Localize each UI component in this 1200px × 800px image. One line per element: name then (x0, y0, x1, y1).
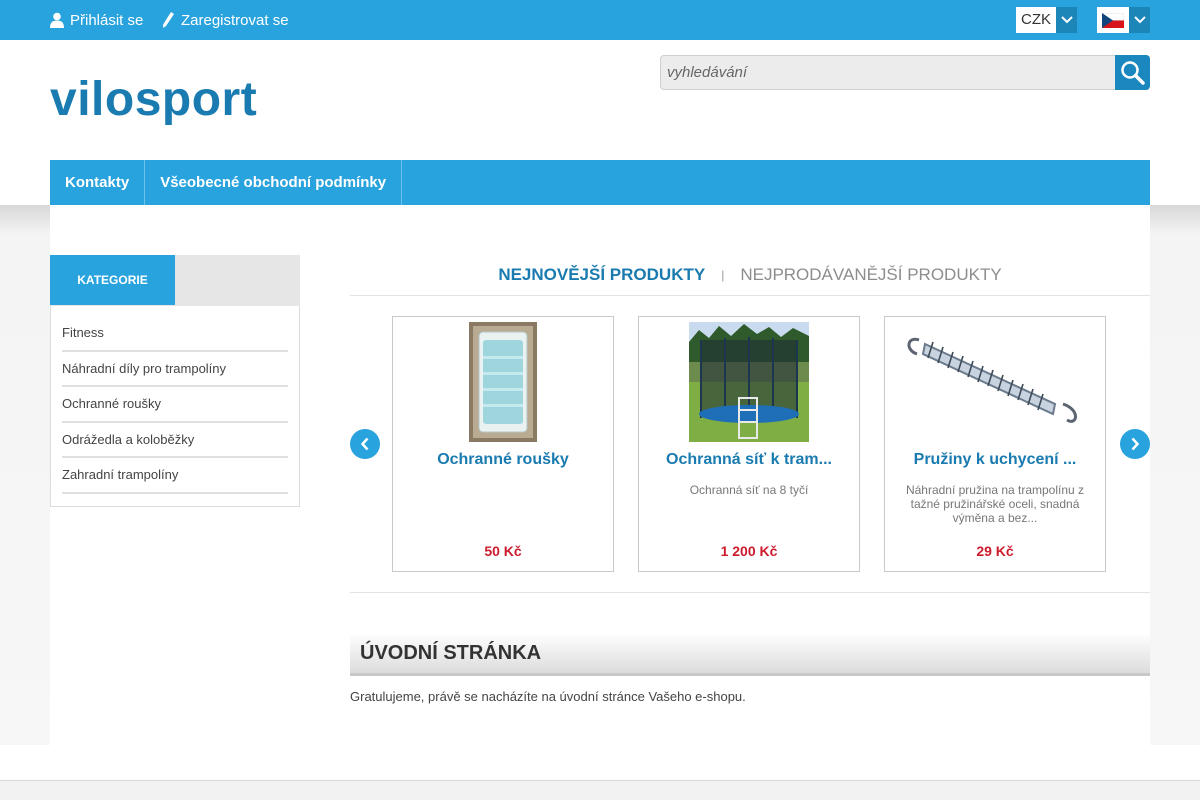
trampoline-net-image[interactable] (689, 322, 809, 447)
category-item-garden-trampolines[interactable]: Zahradní trampolíny (62, 458, 288, 494)
product-card[interactable]: Ochranné roušky 50 Kč (392, 316, 614, 572)
pencil-icon (161, 12, 175, 28)
product-tabs: NEJNOVĚJŠÍ PRODUKTY | NEJPRODÁVANĚJŠÍ PR… (350, 255, 1150, 296)
tab-bestselling-products[interactable]: NEJPRODÁVANĚJŠÍ PRODUKTY (740, 265, 1001, 285)
category-list: Fitness Náhradní díly pro trampolíny Och… (62, 316, 288, 494)
login-link[interactable]: Přihlásit se (50, 0, 143, 40)
tab-newest-products[interactable]: NEJNOVĚJŠÍ PRODUKTY (498, 265, 705, 285)
tab-separator: | (721, 268, 725, 282)
face-mask-pack-image[interactable] (469, 322, 537, 447)
site-logo[interactable]: vilosport (50, 72, 257, 127)
currency-value: CZK (1016, 7, 1056, 33)
category-sidebar: KATEGORIE Fitness Náhradní díly pro tram… (50, 255, 300, 507)
product-price: 1 200 Kč (720, 543, 778, 559)
chevron-left-icon (360, 437, 369, 451)
tab-categories[interactable]: KATEGORIE (50, 255, 175, 305)
footer (0, 780, 1200, 800)
czech-flag-icon (1102, 12, 1124, 28)
search-button[interactable] (1115, 55, 1150, 90)
product-name[interactable]: Pružiny k uchycení ... (885, 451, 1105, 469)
search-icon (1120, 60, 1145, 85)
category-item-scooters[interactable]: Odrážedla a koloběžky (62, 423, 288, 458)
product-name[interactable]: Ochranná síť k tram... (639, 451, 859, 469)
currency-select[interactable]: CZK (1016, 7, 1077, 33)
login-label: Přihlásit se (70, 11, 144, 29)
product-price: 50 Kč (484, 543, 522, 559)
user-icon (50, 12, 64, 28)
product-name[interactable]: Ochranné roušky (393, 451, 613, 469)
product-card[interactable]: Ochranná síť k tram... Ochranná síť na 8… (638, 316, 860, 572)
carousel-prev-button[interactable] (350, 429, 380, 459)
category-item-face-masks[interactable]: Ochranné roušky (62, 387, 288, 423)
chevron-down-icon (1129, 7, 1150, 33)
welcome-text: Gratulujeme, právě se nacházíte na úvodn… (350, 689, 746, 704)
divider (350, 592, 1150, 593)
main-nav: Kontakty Všeobecné obchodní podmínky (50, 160, 1150, 205)
language-select[interactable] (1097, 7, 1150, 33)
spring-image[interactable] (895, 322, 1095, 447)
chevron-right-icon (1131, 437, 1140, 451)
category-item-trampoline-parts[interactable]: Náhradní díly pro trampolíny (62, 352, 288, 387)
register-link[interactable]: Zaregistrovat se (161, 0, 289, 40)
category-item-fitness[interactable]: Fitness (62, 316, 288, 352)
register-label: Zaregistrovat se (181, 11, 289, 29)
product-description: Náhradní pružina na trampolínu z tažné p… (905, 483, 1085, 525)
chevron-down-icon (1056, 7, 1077, 33)
nav-item-contacts[interactable]: Kontakty (50, 160, 146, 205)
search-form (660, 55, 1150, 90)
sidebar-header: KATEGORIE (50, 255, 300, 306)
search-input[interactable] (660, 55, 1116, 90)
carousel-next-button[interactable] (1120, 429, 1150, 459)
product-description: Ochranná síť na 8 tyčí (689, 483, 809, 497)
top-bar: Přihlásit se Zaregistrovat se CZK (0, 0, 1200, 40)
nav-item-terms[interactable]: Všeobecné obchodní podmínky (145, 160, 403, 205)
product-card[interactable]: Pružiny k uchycení ... Náhradní pružina … (884, 316, 1106, 572)
product-price: 29 Kč (976, 543, 1014, 559)
page-title: ÚVODNÍ STRÁNKA (350, 633, 1150, 676)
